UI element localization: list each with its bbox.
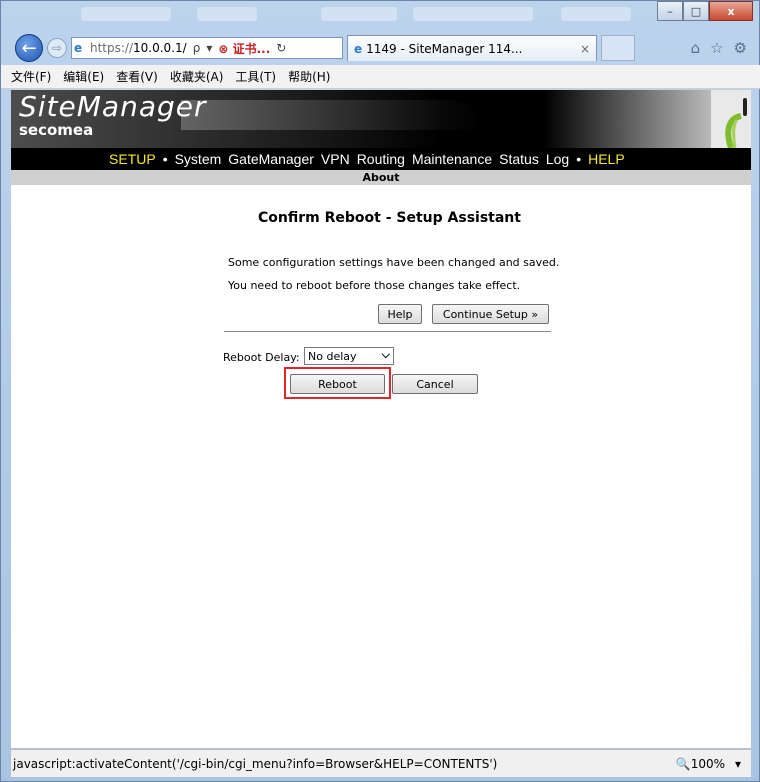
- browser-window: – □ x ← ⇨ e https://10.0.0.1/ ρ ▾ ⊗ 证书...…: [0, 0, 760, 782]
- chevron-down-icon: ⌵: [381, 348, 390, 361]
- back-button[interactable]: ←: [15, 34, 43, 62]
- sitemanager-banner: SiteManager secomea: [11, 90, 751, 148]
- search-icon[interactable]: ρ: [193, 41, 201, 55]
- window-controls: – □ x: [657, 1, 753, 21]
- logo-title: SiteManager: [19, 90, 207, 123]
- gear-icon[interactable]: ⚙: [734, 39, 747, 57]
- nav-log[interactable]: Log: [546, 151, 569, 167]
- status-text: javascript:activateContent('/cgi-bin/cgi…: [13, 756, 498, 771]
- reboot-delay-value: No delay: [308, 349, 357, 363]
- ie-icon: e: [74, 41, 83, 55]
- address-dropdown-icon[interactable]: ▾: [206, 41, 212, 55]
- menu-tools[interactable]: 工具(T): [235, 68, 276, 85]
- status-bar: javascript:activateContent('/cgi-bin/cgi…: [11, 749, 751, 777]
- background-tab-ghost: [321, 7, 397, 21]
- nav-separator: •: [576, 151, 582, 167]
- tab-title: 1149 - SiteManager 114...: [366, 41, 523, 56]
- reboot-delay-select[interactable]: No delay ⌵: [304, 347, 394, 365]
- divider: [224, 331, 551, 332]
- sub-navigation: About: [11, 170, 751, 185]
- address-url[interactable]: e https://10.0.0.1/: [72, 41, 187, 55]
- background-tab-ghost: [561, 7, 631, 21]
- close-tab-icon[interactable]: ×: [580, 42, 590, 56]
- home-icon[interactable]: ⌂: [691, 39, 701, 57]
- url-host: 10.0.0.1/: [133, 41, 187, 55]
- cancel-button[interactable]: Cancel: [392, 374, 478, 394]
- page-title: Confirm Reboot - Setup Assistant: [258, 210, 521, 226]
- continue-setup-button[interactable]: Continue Setup »: [432, 304, 549, 324]
- secomea-arc-logo-icon: [711, 90, 751, 148]
- menu-view[interactable]: 查看(V): [116, 68, 158, 85]
- banner-swoosh: [181, 100, 481, 130]
- page-viewport: SiteManager secomea SETUP • System GateM…: [11, 90, 751, 748]
- background-tab-ghost: [413, 7, 533, 21]
- refresh-icon[interactable]: ↻: [276, 41, 286, 55]
- title-bar: – □ x: [1, 1, 760, 29]
- forward-button[interactable]: ⇨: [47, 38, 67, 58]
- zoom-level[interactable]: 🔍100%: [676, 757, 725, 771]
- nav-routing[interactable]: Routing: [357, 151, 405, 167]
- menu-edit[interactable]: 编辑(E): [63, 68, 104, 85]
- address-row: ← ⇨ e https://10.0.0.1/ ρ ▾ ⊗ 证书... ↻ e 1…: [1, 29, 760, 65]
- menu-favorites[interactable]: 收藏夹(A): [170, 68, 224, 85]
- minimize-button[interactable]: –: [657, 1, 683, 21]
- certificate-error-button[interactable]: ⊗ 证书...: [218, 40, 270, 57]
- url-scheme: https://: [90, 41, 134, 55]
- nav-status[interactable]: Status: [499, 151, 539, 167]
- tab-sitemanager[interactable]: e 1149 - SiteManager 114... ×: [347, 35, 597, 61]
- close-window-button[interactable]: x: [709, 1, 753, 21]
- sitemanager-logo: SiteManager secomea: [19, 90, 207, 139]
- help-button[interactable]: Help: [378, 304, 422, 324]
- browser-toolbar-icons: ⌂ ☆ ⚙: [691, 39, 747, 57]
- ie-icon: e: [354, 41, 363, 56]
- logo-company: secomea: [19, 121, 94, 139]
- background-tab-ghost: [81, 7, 171, 21]
- reboot-delay-label: Reboot Delay:: [223, 351, 300, 364]
- cert-error-icon: ⊗: [218, 41, 229, 56]
- nav-system[interactable]: System: [175, 151, 222, 167]
- certificate-label: 证书...: [232, 41, 271, 56]
- favorites-star-icon[interactable]: ☆: [710, 39, 723, 57]
- nav-separator: •: [162, 151, 168, 167]
- nav-help[interactable]: HELP: [588, 151, 625, 167]
- reboot-highlight-box: [284, 367, 391, 399]
- settings-changed-message: Some configuration settings have been ch…: [228, 256, 560, 269]
- nav-maintenance[interactable]: Maintenance: [412, 151, 492, 167]
- menu-file[interactable]: 文件(F): [11, 68, 51, 85]
- menu-bar: 文件(F) 编辑(E) 查看(V) 收藏夹(A) 工具(T) 帮助(H): [1, 65, 760, 89]
- new-tab-button[interactable]: [601, 35, 635, 61]
- reboot-required-message: You need to reboot before those changes …: [228, 279, 521, 292]
- nav-setup[interactable]: SETUP: [109, 151, 156, 167]
- subnav-about[interactable]: About: [362, 171, 399, 184]
- maximize-button[interactable]: □: [683, 1, 709, 21]
- nav-vpn[interactable]: VPN: [321, 151, 350, 167]
- background-tab-ghost: [197, 7, 257, 21]
- menu-help[interactable]: 帮助(H): [288, 68, 330, 85]
- nav-gatemanager[interactable]: GateManager: [228, 151, 314, 167]
- main-navigation: SETUP • System GateManager VPN Routing M…: [11, 148, 751, 170]
- zoom-dropdown-icon[interactable]: ▾: [735, 757, 741, 771]
- address-bar[interactable]: e https://10.0.0.1/ ρ ▾ ⊗ 证书... ↻: [71, 37, 343, 59]
